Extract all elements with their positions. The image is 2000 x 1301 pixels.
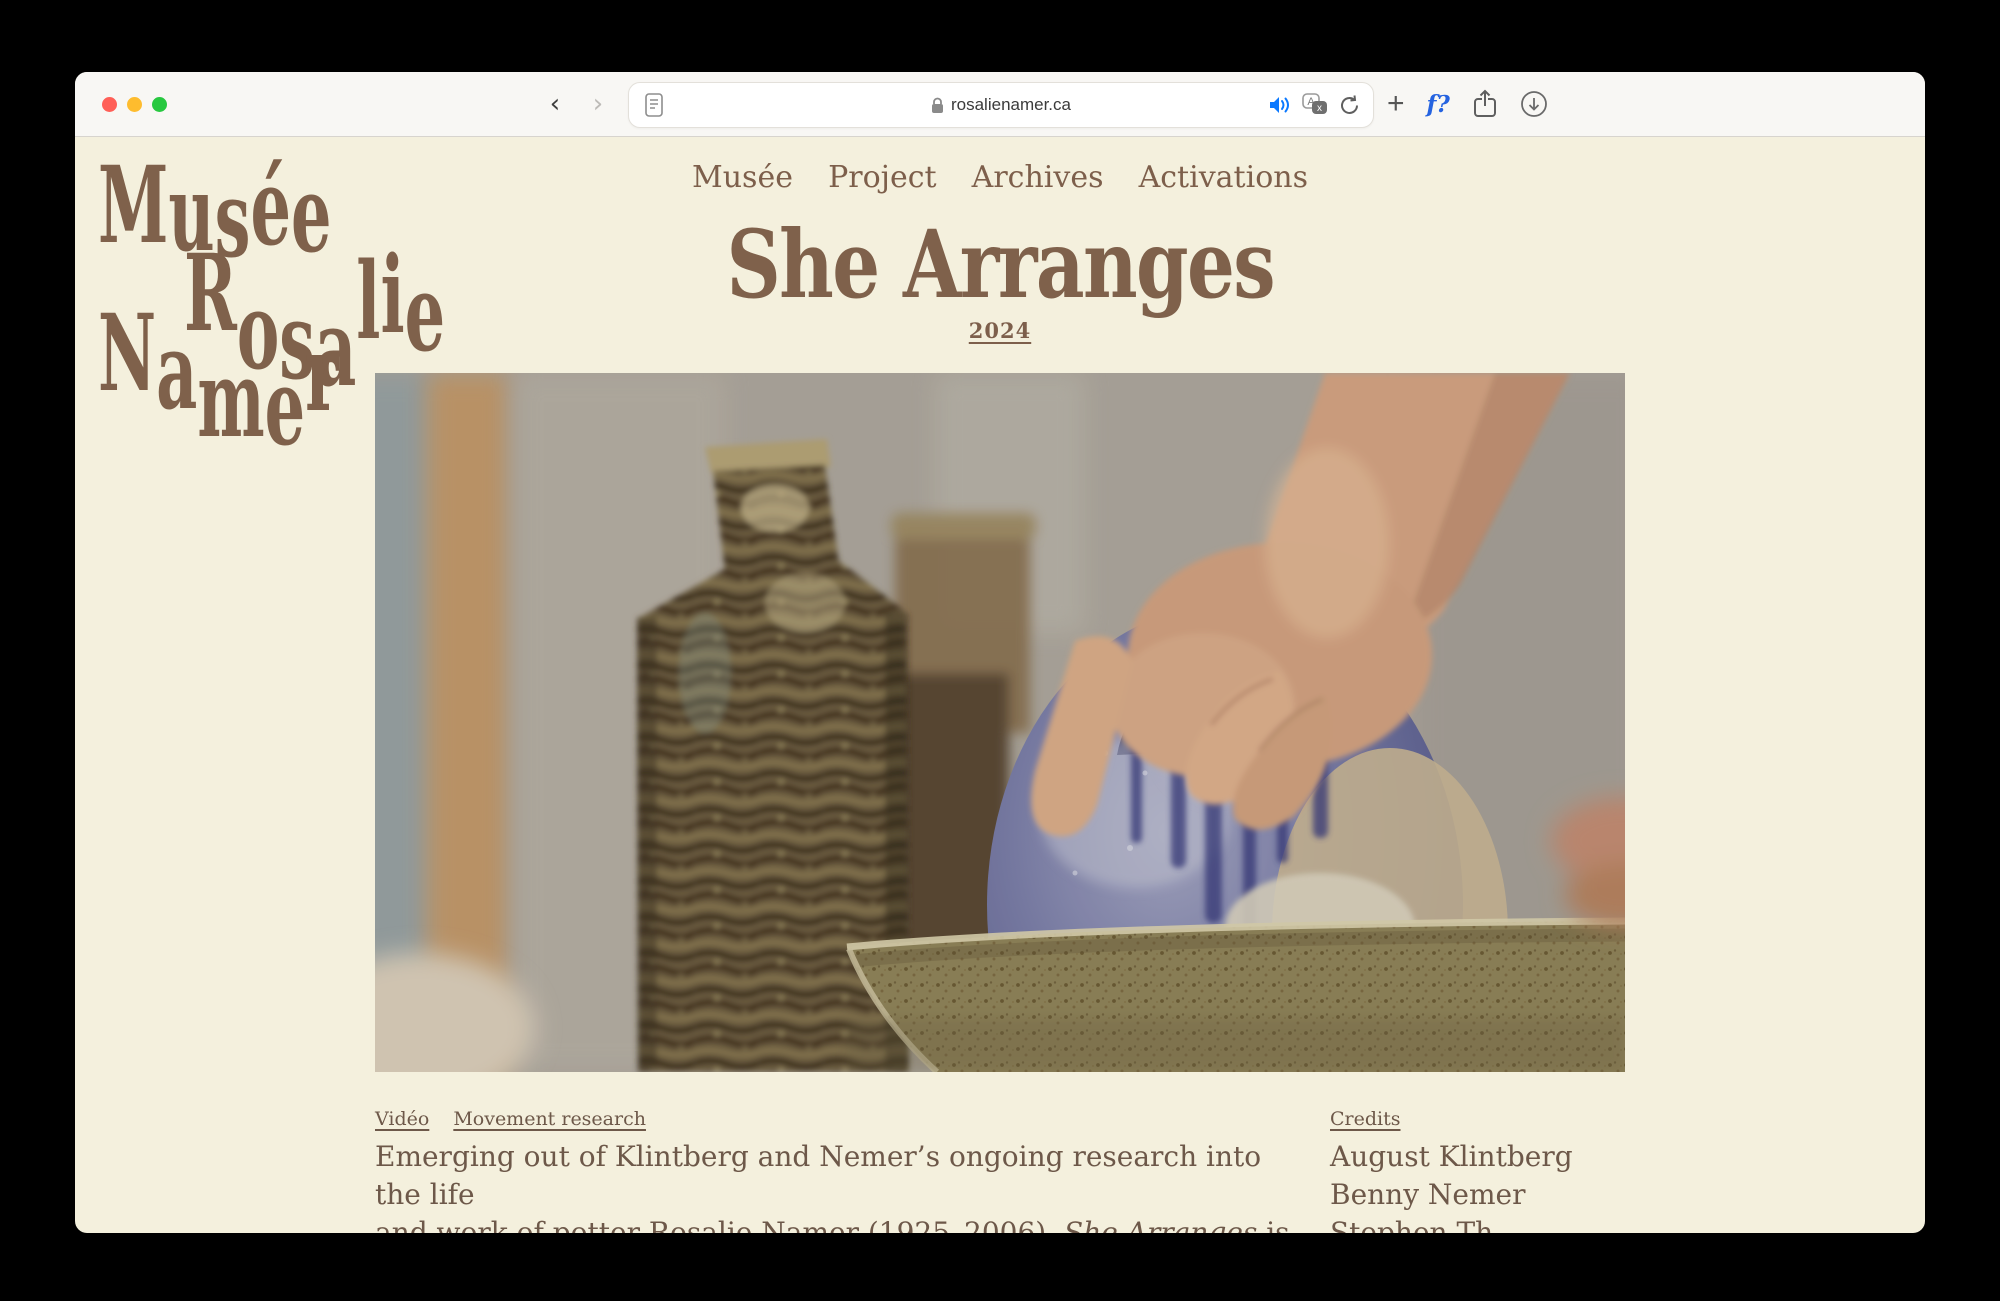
credit-name-clipped: Stephen Th: [1330, 1214, 1573, 1233]
share-button[interactable]: [1472, 89, 1498, 119]
svg-text:x: x: [1317, 103, 1322, 114]
credits-list: August Klintberg Benny Nemer Stephen Th: [1330, 1138, 1573, 1233]
nav-item-musee[interactable]: Musée: [692, 160, 793, 195]
translate-icon[interactable]: Ax: [1302, 93, 1328, 117]
credits-link[interactable]: Credits: [1330, 1108, 1401, 1130]
project-video-still: [375, 373, 1625, 1072]
downloads-button[interactable]: [1520, 90, 1548, 118]
project-year-link[interactable]: 2024: [969, 318, 1031, 343]
url-text[interactable]: rosalienamer.ca: [629, 83, 1373, 127]
nav-item-activations[interactable]: Activations: [1139, 160, 1308, 195]
main-navigation: Musée Project Archives Activations: [75, 160, 1925, 195]
audio-playing-icon[interactable]: [1268, 94, 1292, 116]
forward-button[interactable]: ›: [580, 86, 616, 122]
project-tags: Vidéo Movement research: [375, 1108, 646, 1130]
new-tab-button[interactable]: +: [1387, 89, 1405, 119]
minimize-window-button[interactable]: [127, 97, 142, 112]
description-line-2: and work of potter Rosalie Namer (1925–2…: [375, 1214, 1305, 1233]
nav-item-project[interactable]: Project: [828, 160, 937, 195]
tag-video-link[interactable]: Vidéo: [375, 1108, 429, 1130]
back-button[interactable]: ‹: [537, 86, 573, 122]
lock-icon: [931, 97, 944, 114]
credit-name: Benny Nemer: [1330, 1176, 1573, 1214]
nav-item-archives[interactable]: Archives: [972, 160, 1104, 195]
close-window-button[interactable]: [102, 97, 117, 112]
address-bar[interactable]: rosalienamer.ca Ax: [628, 82, 1374, 128]
logo-line-namer: Namer: [98, 300, 339, 406]
page-title: She Arranges: [726, 218, 1274, 312]
traffic-lights: [102, 97, 167, 112]
extension-button[interactable]: f?: [1427, 91, 1450, 118]
description-line-1: Emerging out of Klintberg and Nemer’s on…: [375, 1138, 1305, 1214]
tag-movement-research-link[interactable]: Movement research: [453, 1108, 646, 1130]
browser-toolbar: ‹ › rosalienamer.ca Ax + f?: [75, 72, 1925, 137]
zoom-window-button[interactable]: [152, 97, 167, 112]
reload-icon[interactable]: [1338, 94, 1361, 117]
browser-window: ‹ › rosalienamer.ca Ax + f?: [75, 72, 1925, 1233]
project-description: Emerging out of Klintberg and Nemer’s on…: [375, 1138, 1305, 1233]
credit-name: August Klintberg: [1330, 1138, 1573, 1176]
